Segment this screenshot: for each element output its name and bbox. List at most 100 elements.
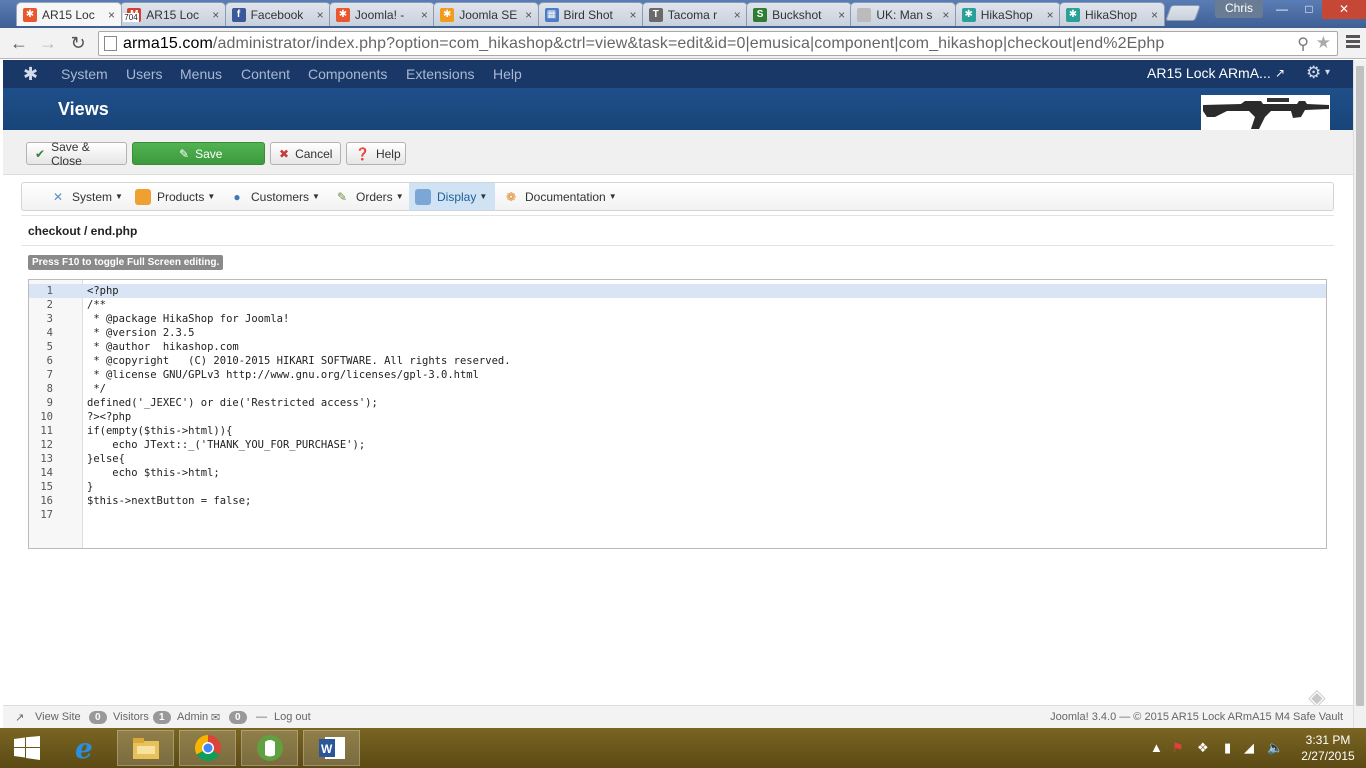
clock-time[interactable]: 3:31 PM [1297,733,1359,747]
browser-tab[interactable]: T Tacoma r × [641,2,748,26]
close-tab-icon[interactable]: × [629,8,636,22]
code-line[interactable]: 2 /** [29,298,1326,312]
code-line[interactable]: 8 */ [29,382,1326,396]
browser-tab[interactable]: MAR15 Loc×704 [120,2,227,26]
action-center-flag-icon[interactable]: ⚑ [1172,740,1184,756]
joomla-logo-icon[interactable]: ✱ [23,64,38,85]
close-tab-icon[interactable]: × [1151,8,1158,22]
word-icon[interactable]: W [303,730,360,766]
bookmark-star-icon[interactable]: ★ [1316,33,1331,53]
code-line[interactable]: 11 if(empty($this->html)){ [29,424,1326,438]
line-number: 17 [40,509,53,521]
browser-tab[interactable]: ✱ HikaShop × [954,2,1061,26]
hika-menu-products[interactable]: Products ▼ [129,183,221,210]
maximize-button[interactable]: □ [1296,0,1322,19]
close-tab-icon[interactable]: × [421,8,428,22]
code-line[interactable]: 15} [29,480,1326,494]
browser-tab[interactable]: ✱ AR15 Loc × [16,2,122,26]
close-tab-icon[interactable]: × [212,8,219,22]
copyright-text: Joomla! 3.4.0 — © 2015 AR15 Lock ARmA15 … [1050,711,1343,723]
browser-tab[interactable]: UK: Man s × [850,2,957,26]
nav-system[interactable]: System [61,66,108,82]
address-bar[interactable]: arma15.com/administrator/index.php?optio… [98,31,1338,56]
close-tab-icon[interactable]: × [1047,8,1054,22]
code-line[interactable]: 14 echo $this->html; [29,466,1326,480]
code-editor[interactable]: 1 <?php 2/** 3 * @package HikaShop for Joom… [28,279,1327,549]
url-text[interactable]: arma15.com/administrator/index.php?optio… [123,35,1164,53]
close-tab-icon[interactable]: × [838,8,845,22]
divider [21,245,1334,246]
nav-extensions[interactable]: Extensions [406,66,474,82]
browser-tab[interactable]: ✱ HikaShop × [1059,2,1165,26]
divider [21,215,1334,216]
battery-icon[interactable]: ▮ [1224,740,1231,756]
logout-link[interactable]: Log out [274,711,311,723]
search-icon[interactable]: ⚲ [1297,34,1309,54]
code-line[interactable]: 5 * @author hikashop.com [29,340,1326,354]
hika-menu-orders[interactable]: ✎ Orders ▼ [328,183,410,210]
save-button[interactable]: ✎ Save [132,142,265,165]
dropbox-icon[interactable]: ❖ [1197,740,1209,756]
browser-tab[interactable]: f Facebook × [224,2,331,26]
hika-menu-documentation[interactable]: ❁ Documentation ▼ [497,183,623,210]
nav-users[interactable]: Users [126,66,163,82]
hika-menu-system[interactable]: ✕ System ▼ [44,183,129,210]
nav-content[interactable]: Content [241,66,290,82]
wifi-signal-icon[interactable]: ◢ [1244,740,1254,756]
volume-icon[interactable]: 🔈 [1267,740,1283,756]
browser-tab[interactable]: ✱ Joomla! - × [328,2,435,26]
nav-help[interactable]: Help [493,66,522,82]
close-tab-icon[interactable]: × [734,8,741,22]
nav-components[interactable]: Components [308,66,387,82]
code-line[interactable]: 10 ?><?php [29,410,1326,424]
code-line[interactable]: 6 * @copyright (C) 2010-2015 HIKARI SOFT… [29,354,1326,368]
save-and-close-button[interactable]: ✔ Save & Close [26,140,127,168]
code-line[interactable]: 3 * @package HikaShop for Joomla! [29,312,1326,326]
code-line[interactable]: 13}else{ [29,452,1326,466]
line-number: 16 [40,495,53,507]
code-line[interactable]: 4 * @version 2.3.5 [29,326,1326,340]
browser-tab-strip: ✱AR15 Loc×MAR15 Loc×704fFacebook×✱Joomla… [0,0,1366,28]
file-explorer-icon[interactable] [117,730,174,766]
code-line[interactable]: 7 * @license GNU/GPLv3 http://www.gnu.or… [29,368,1326,382]
close-window-button[interactable]: ✕ [1322,0,1366,19]
display-icon [415,188,431,205]
code-line[interactable]: 17 [29,508,1326,522]
clock-date[interactable]: 2/27/2015 [1297,749,1359,763]
code-line[interactable]: 16 $this->nextButton = false; [29,494,1326,508]
code-line[interactable]: 1 <?php [29,284,1326,298]
hika-menu-customers[interactable]: ● Customers ▼ [223,183,326,210]
browser-user-badge[interactable]: Chris [1215,0,1263,18]
gear-icon[interactable]: ⚙ [1306,63,1321,83]
close-tab-icon[interactable]: × [108,8,115,22]
back-button[interactable]: ← [7,32,31,54]
browser-tab[interactable]: ✱ Joomla SE × [433,2,540,26]
browser-tab[interactable]: S Buckshot × [746,2,853,26]
new-tab-button[interactable] [1165,5,1201,21]
view-site-link[interactable]: View Site [35,711,81,723]
chrome-icon[interactable] [179,730,236,766]
browser-tab[interactable]: ▦ Bird Shot × [537,2,644,26]
hika-menu-display[interactable]: Display ▼ [409,183,495,210]
nav-menus[interactable]: Menus [180,66,222,82]
internet-explorer-icon[interactable]: e [57,730,114,766]
line-number: 11 [40,425,53,437]
close-tab-icon[interactable]: × [942,8,949,22]
code-line[interactable]: 9 defined('_JEXEC') or die('Restricted ac… [29,396,1326,410]
chevron-down-icon[interactable]: ▾ [1325,67,1330,78]
minimize-button[interactable]: — [1268,0,1296,19]
reload-button[interactable]: ↻ [66,32,90,54]
code-line[interactable]: 12 echo JText::_('THANK_YOU_FOR_PURCHASE… [29,438,1326,452]
windows-start-icon[interactable] [14,736,40,760]
chrome-menu-icon[interactable] [1346,33,1360,51]
site-name-link[interactable]: AR15 Lock ARmA... [1147,65,1271,81]
help-button[interactable]: ❓ Help [346,142,406,165]
close-tab-icon[interactable]: × [525,8,532,22]
cancel-button[interactable]: ✖ Cancel [270,142,341,165]
show-hidden-icons-chevron-icon[interactable]: ▲ [1150,740,1163,755]
evernote-icon[interactable] [241,730,298,766]
forward-button[interactable]: → [36,32,60,54]
page-scrollbar[interactable] [1353,60,1366,728]
close-tab-icon[interactable]: × [317,8,324,22]
external-link-icon[interactable]: ↗ [1275,66,1285,80]
